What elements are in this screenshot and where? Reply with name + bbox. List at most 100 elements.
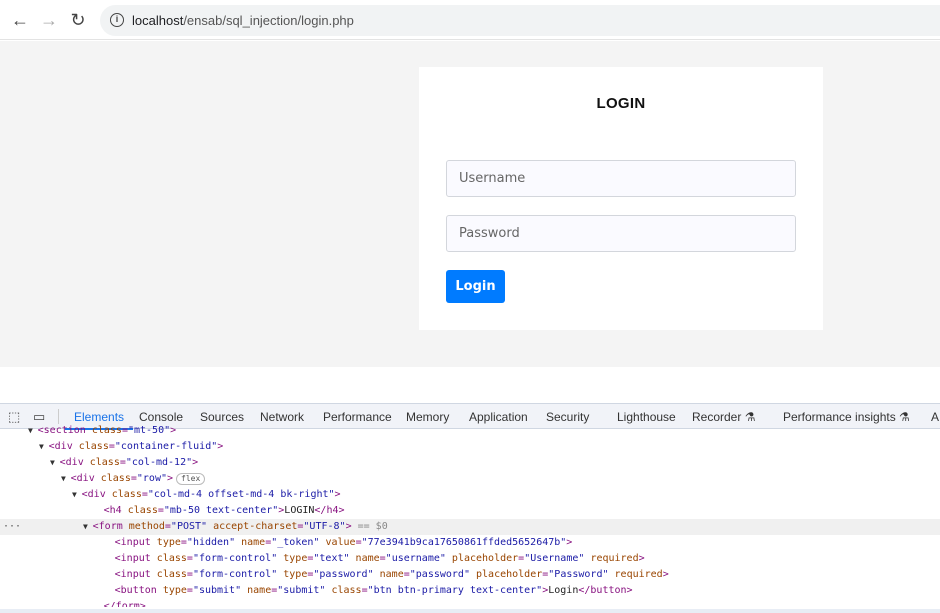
- tag-name: <div: [70, 473, 101, 484]
- selected-marker: == $0: [351, 521, 388, 532]
- login-button[interactable]: Login: [446, 270, 505, 303]
- more-options-icon[interactable]: ···: [3, 519, 21, 535]
- expand-triangle-icon[interactable]: ▼: [61, 474, 71, 483]
- attribute-name: name: [379, 569, 404, 580]
- attribute-value: "Username": [524, 553, 585, 564]
- reload-icon[interactable]: ↻: [66, 8, 90, 32]
- tab-lighthouse[interactable]: Lighthouse: [617, 410, 676, 424]
- elements-tree: ▼ <section class="mt-50"> ▼ <div class="c…: [0, 423, 940, 607]
- attribute-name: value: [325, 537, 356, 548]
- tab-network[interactable]: Network: [260, 410, 304, 424]
- tag-name: >: [662, 569, 669, 580]
- login-card: LOGIN Username Password Login: [419, 67, 823, 330]
- tag-name: <h4: [103, 505, 128, 516]
- attribute-value: "UTF-8": [303, 521, 346, 532]
- tab-performance-insights[interactable]: Performance insights ⚗: [783, 410, 910, 424]
- dom-node-line[interactable]: <button type="submit" name="submit" clas…: [0, 583, 940, 599]
- expand-triangle-icon[interactable]: ▼: [83, 522, 93, 531]
- browser-toolbar: ← → ↻ i localhost/ensab/sql_injection/lo…: [0, 0, 940, 40]
- tag-name: <input: [114, 537, 157, 548]
- dom-node-line[interactable]: ▼ <section class="mt-50">: [0, 423, 940, 439]
- tab-a[interactable]: A: [931, 410, 939, 424]
- tab-memory[interactable]: Memory: [406, 410, 449, 424]
- attribute-value: "col-md-12": [125, 457, 193, 468]
- attribute-name: accept-charset: [213, 521, 298, 532]
- attribute-name: required: [614, 569, 663, 580]
- attribute-value: "_token": [271, 537, 320, 548]
- attribute-name: class: [331, 585, 362, 596]
- attribute-name: class: [156, 553, 187, 564]
- attribute-value: "POST": [170, 521, 208, 532]
- dom-node-line[interactable]: ▼ <div class="row"> flex: [0, 471, 940, 487]
- attribute-value: "mt-50": [127, 425, 171, 436]
- tag-name: <form: [92, 521, 129, 532]
- tab-console[interactable]: Console: [139, 410, 183, 424]
- tab-sources[interactable]: Sources: [200, 410, 244, 424]
- tag-name: >: [192, 457, 199, 468]
- tag-name: <section: [37, 425, 92, 436]
- dom-node-line[interactable]: <input class="form-control" type="passwo…: [0, 567, 940, 583]
- attribute-value: "mb-50 text-center": [163, 505, 279, 516]
- address-bar[interactable]: i localhost/ensab/sql_injection/login.ph…: [100, 5, 940, 36]
- attribute-value: "username": [385, 553, 446, 564]
- attribute-name: class: [78, 441, 109, 452]
- tab-security[interactable]: Security: [546, 410, 589, 424]
- attribute-value: "Password": [548, 569, 609, 580]
- attribute-name: class: [127, 505, 158, 516]
- attribute-value: "btn btn-primary text-center": [367, 585, 543, 596]
- password-input[interactable]: Password: [446, 215, 796, 252]
- attribute-value: "password": [409, 569, 470, 580]
- tag-name: >: [638, 553, 645, 564]
- attribute-value: "form-control": [192, 569, 278, 580]
- flex-badge[interactable]: flex: [176, 473, 206, 485]
- tag-name: >: [334, 489, 341, 500]
- dom-node-line[interactable]: ··· ▼ <form method="POST" accept-charset=…: [0, 519, 940, 535]
- scrollbar[interactable]: [0, 609, 940, 613]
- divider: [58, 409, 59, 424]
- attribute-value: "hidden": [186, 537, 236, 548]
- tag-name: </button>: [578, 585, 633, 596]
- dom-node-line[interactable]: <h4 class="mb-50 text-center">LOGIN</h4>: [0, 503, 940, 519]
- attribute-value: "submit": [192, 585, 242, 596]
- tab-application[interactable]: Application: [469, 410, 528, 424]
- expand-triangle-icon[interactable]: ▼: [39, 442, 49, 451]
- tab-elements[interactable]: Elements: [64, 410, 134, 430]
- attribute-value: "77e3941b9ca17650861ffded5652647b": [361, 537, 567, 548]
- attribute-name: type: [283, 553, 308, 564]
- text-node: Login: [548, 585, 579, 596]
- username-input[interactable]: Username: [446, 160, 796, 197]
- forward-arrow-icon[interactable]: →: [37, 8, 61, 32]
- attribute-value: "password": [313, 569, 374, 580]
- attribute-value: "col-md-4 offset-md-4 bk-right": [147, 489, 335, 500]
- expand-triangle-icon[interactable]: ▼: [50, 458, 60, 467]
- dom-node-line[interactable]: </form>: [0, 599, 940, 607]
- dom-node-line[interactable]: <input class="form-control" type="text" …: [0, 551, 940, 567]
- back-arrow-icon[interactable]: ←: [8, 8, 32, 32]
- tag-name: <input: [114, 553, 157, 564]
- dom-node-line[interactable]: ▼ <div class="col-md-4 offset-md-4 bk-ri…: [0, 487, 940, 503]
- dom-node-line[interactable]: ▼ <div class="col-md-12">: [0, 455, 940, 471]
- tag-name: <button: [114, 585, 163, 596]
- info-icon[interactable]: i: [110, 13, 124, 27]
- url-path: /ensab/sql_injection/login.php: [183, 13, 354, 28]
- login-title: LOGIN: [596, 95, 646, 112]
- attribute-name: name: [241, 537, 266, 548]
- dom-node-line[interactable]: ▼ <div class="container-fluid">: [0, 439, 940, 455]
- tag-name: <div: [59, 457, 90, 468]
- attribute-name: class: [91, 425, 122, 436]
- page-content: LOGIN Username Password Login: [0, 41, 940, 367]
- tab-performance[interactable]: Performance: [323, 410, 392, 424]
- expand-triangle-icon[interactable]: ▼: [72, 490, 82, 499]
- expand-triangle-icon[interactable]: ▼: [28, 426, 38, 435]
- attribute-name: placeholder: [451, 553, 519, 564]
- tag-name: </form>: [103, 601, 146, 607]
- dom-node-line[interactable]: <input type="hidden" name="_token" value…: [0, 535, 940, 551]
- attribute-name: required: [590, 553, 639, 564]
- tab-recorder[interactable]: Recorder ⚗: [692, 410, 755, 424]
